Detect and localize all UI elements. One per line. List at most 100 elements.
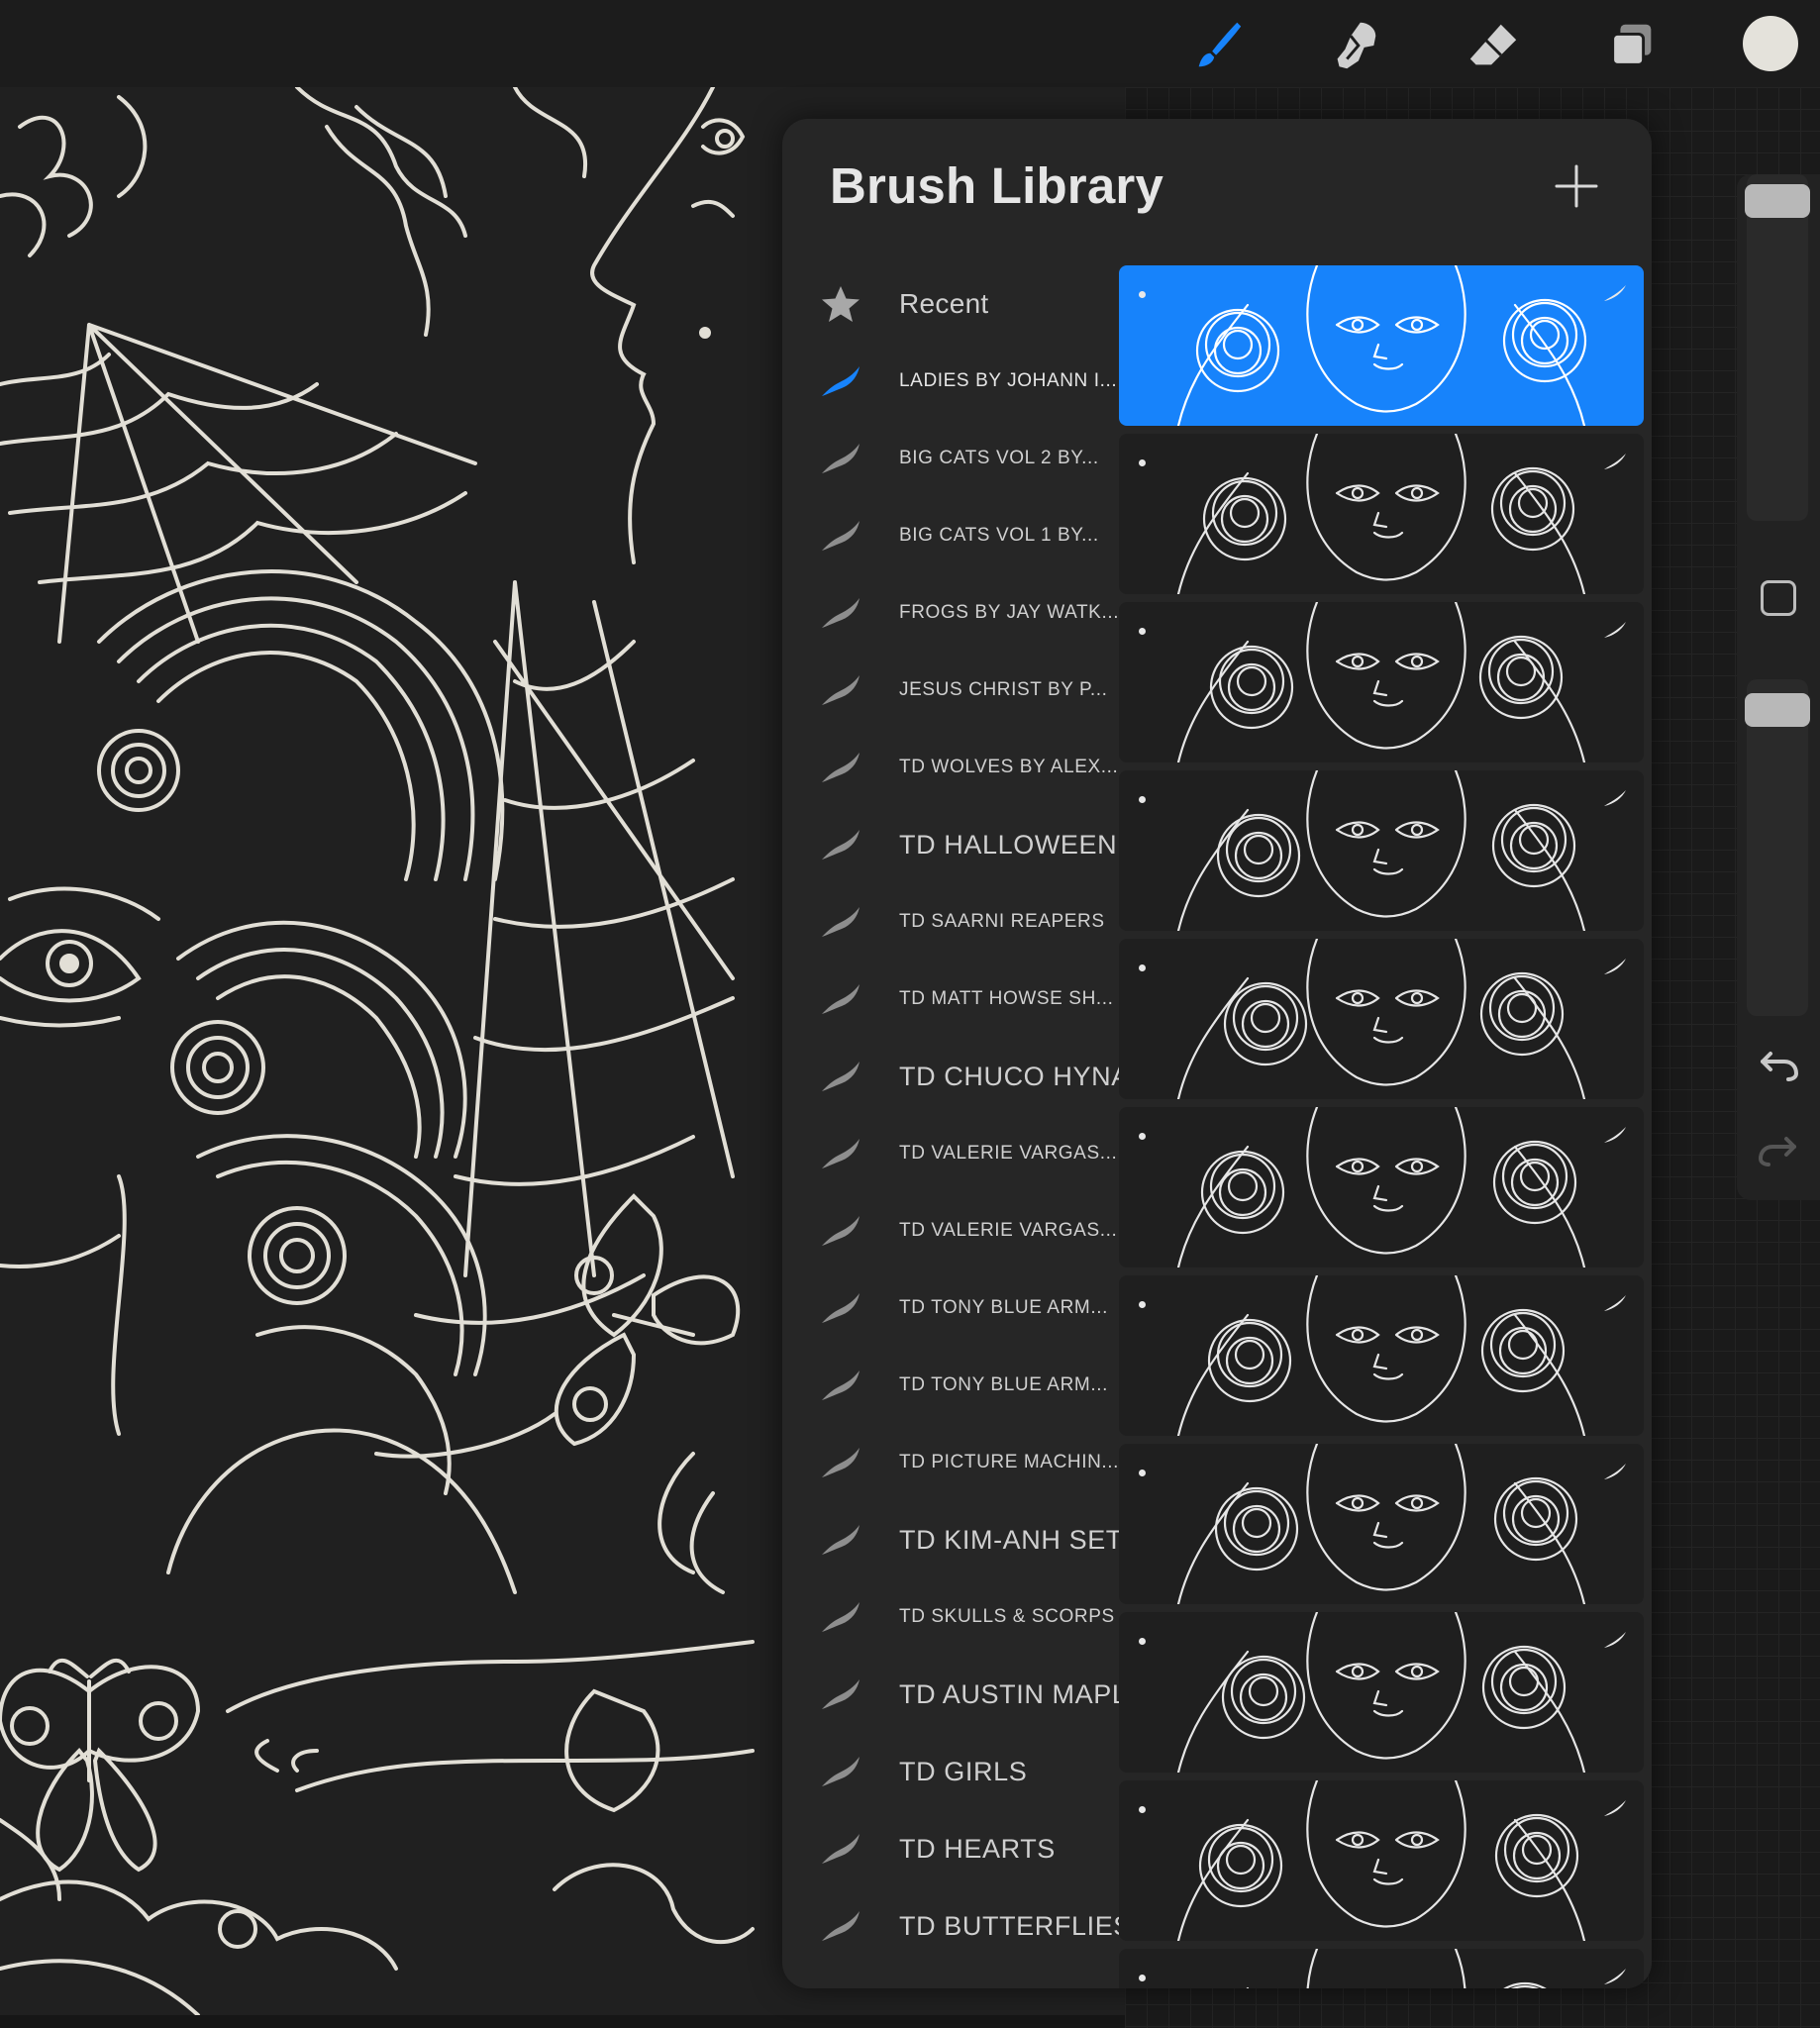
brush-set-label: TD VALERIE VARGAS...: [899, 1220, 1118, 1241]
brush-set-label: BIG CATS VOL 2 BY...: [899, 448, 1099, 468]
brush-indicator-dot: [1139, 628, 1146, 635]
brush-preview-item[interactable]: [1119, 1612, 1644, 1773]
brush-set-item[interactable]: TD WOLVES BY ALEX...: [782, 729, 1119, 806]
brush-opacity-slider-thumb[interactable]: [1745, 693, 1810, 727]
brush-preview-item[interactable]: [1119, 1107, 1644, 1268]
brush-set-label: TD WOLVES BY ALEX...: [899, 757, 1119, 777]
brush-set-item[interactable]: TD VALERIE VARGAS...: [782, 1192, 1119, 1269]
brush-stroke-preview: [1176, 1275, 1586, 1436]
brush-set-item[interactable]: TD SAARNI REAPERS: [782, 883, 1119, 961]
brush-set-item[interactable]: TD KIM-ANH SET 1: [782, 1501, 1119, 1578]
brush-stroke-icon: [822, 521, 859, 551]
brush-stroke-icon: [822, 1834, 859, 1864]
smudge-icon: [1337, 22, 1376, 69]
recent-set[interactable]: Recent: [782, 265, 1119, 343]
redo-icon[interactable]: [1757, 1131, 1800, 1170]
brush-stroke-icon: [822, 753, 859, 782]
brush-stroke-icon: [822, 907, 859, 937]
brush-stroke-preview: [1176, 1107, 1586, 1268]
brush-stroke-icon: [1604, 1969, 1626, 1984]
erase-tool-button[interactable]: [1464, 16, 1523, 75]
brush-set-item[interactable]: FROGS BY JAY WATK...: [782, 574, 1119, 652]
top-toolbar: [0, 0, 1820, 87]
modify-button[interactable]: [1761, 580, 1796, 616]
brush-preview-item[interactable]: [1119, 1780, 1644, 1941]
brush-set-item[interactable]: LADIES BY JOHANN I...: [782, 343, 1119, 420]
brush-indicator-dot: [1139, 1975, 1146, 1981]
brush-set-label: BIG CATS VOL 1 BY...: [899, 525, 1099, 546]
brush-stroke-icon: [1604, 454, 1626, 469]
brush-stroke-icon: [822, 1062, 859, 1091]
brush-set-label: LADIES BY JOHANN I...: [899, 370, 1118, 391]
brush-stroke-icon: [822, 444, 859, 473]
brush-set-label: TD AUSTIN MAPLES: [899, 1679, 1119, 1709]
brush-set-label: TD VALERIE VARGAS...: [899, 1143, 1118, 1164]
brush-size-slider-thumb[interactable]: [1745, 184, 1810, 218]
brush-preview-item[interactable]: [1119, 939, 1644, 1099]
brush-set-item[interactable]: TD HALLOWEEN: [782, 806, 1119, 883]
brush-set-item[interactable]: TD TONY BLUE ARM...: [782, 1269, 1119, 1347]
brush-set-label: TD TONY BLUE ARM...: [899, 1297, 1108, 1318]
brush-indicator-dot: [1139, 1301, 1146, 1308]
brush-preview-item[interactable]: [1119, 265, 1644, 426]
brush-indicator-dot: [1139, 1470, 1146, 1476]
brush-set-item[interactable]: TD HEARTS: [782, 1810, 1119, 1887]
brush-stroke-icon: [1604, 1800, 1626, 1816]
brush-stroke-icon: [822, 1757, 859, 1786]
star-icon: [822, 286, 859, 322]
brush-indicator-dot: [1139, 1806, 1146, 1813]
brush-set-label: TD HALLOWEEN: [899, 830, 1118, 860]
brush-set-item[interactable]: TD PICTURE MACHIN...: [782, 1424, 1119, 1501]
brush-stroke-icon: [822, 1679, 859, 1709]
paint-tool-button[interactable]: [1188, 16, 1248, 75]
undo-icon[interactable]: [1757, 1046, 1800, 1085]
brush-stroke-preview: [1246, 1949, 1547, 1988]
brush-set-item[interactable]: TD GIRLS: [782, 1733, 1119, 1810]
brush-stroke-preview: [1176, 1444, 1586, 1604]
brush-set-item[interactable]: TD SKULLS & SCORPS: [782, 1578, 1119, 1656]
brush-preview-item[interactable]: [1119, 1949, 1644, 1988]
brush-set-item[interactable]: TD TONY BLUE ARM...: [782, 1347, 1119, 1424]
brush-set-label: Recent: [899, 288, 989, 319]
brush-set-label: TD HEARTS: [899, 1834, 1056, 1864]
brush-preview-item[interactable]: [1119, 434, 1644, 594]
brush-set-item[interactable]: TD VALERIE VARGAS...: [782, 1115, 1119, 1192]
brush-preview-item[interactable]: [1119, 1275, 1644, 1436]
brush-preview-item[interactable]: [1119, 770, 1644, 931]
color-picker-button[interactable]: [1743, 16, 1798, 71]
brush-stroke-preview: [1176, 1780, 1586, 1941]
brush-set-item[interactable]: TD CHUCO HYNAS: [782, 1038, 1119, 1115]
brush-set-label: TD FLOWERS: [899, 1965, 1119, 1988]
brush-opacity-slider[interactable]: [1745, 679, 1810, 1016]
brush-set-item[interactable]: JESUS CHRIST BY P...: [782, 652, 1119, 729]
brush-set-item[interactable]: TD BUTTERFLIES: [782, 1887, 1119, 1965]
brush-set-label: TD SKULLS & SCORPS: [899, 1606, 1115, 1627]
layers-button[interactable]: [1602, 16, 1662, 75]
brush-set-item[interactable]: BIG CATS VOL 2 BY...: [782, 420, 1119, 497]
side-bar: [1737, 174, 1820, 1200]
brush-indicator-dot: [1139, 796, 1146, 803]
brush-stroke-icon: [1604, 959, 1626, 974]
brush-stroke-icon: [822, 675, 859, 705]
eraser-icon: [1469, 24, 1517, 65]
brush-preview-item[interactable]: [1119, 1444, 1644, 1604]
panel-title: Brush Library: [830, 157, 1164, 214]
brush-set-item[interactable]: TD AUSTIN MAPLES: [782, 1656, 1119, 1733]
smudge-tool-button[interactable]: [1325, 16, 1384, 75]
brush-set-label: TD SAARNI REAPERS: [899, 911, 1105, 932]
brush-stroke-icon: [1604, 790, 1626, 806]
brush-stroke-icon: [822, 1370, 859, 1400]
brush-stroke-icon: [822, 984, 859, 1014]
brush-indicator-dot: [1139, 964, 1146, 971]
brush-set-item[interactable]: TD MATT HOWSE SH...: [782, 961, 1119, 1038]
brush-stroke-icon: [1604, 1295, 1626, 1311]
brush-set-item[interactable]: TD FLOWERS: [782, 1965, 1119, 1988]
add-brush-button[interactable]: [1553, 162, 1600, 210]
brush-stroke-icon: [1604, 1632, 1626, 1648]
brush-preview-item[interactable]: [1119, 602, 1644, 762]
brush-stroke-preview: [1176, 602, 1586, 762]
brush-size-slider[interactable]: [1745, 174, 1810, 521]
brush-set-label: TD KIM-ANH SET 1: [899, 1525, 1119, 1555]
brush-stroke-preview: [1176, 434, 1586, 594]
brush-set-item[interactable]: BIG CATS VOL 1 BY...: [782, 497, 1119, 574]
